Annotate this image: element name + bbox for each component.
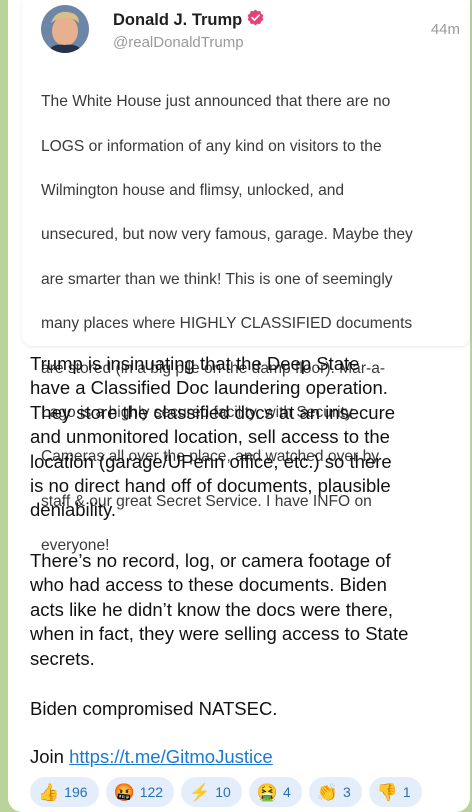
reaction-count: 4: [282, 784, 291, 800]
post-line: The White House just announced that ther…: [41, 93, 391, 111]
reaction-count: 10: [215, 784, 231, 800]
reaction-clapping[interactable]: 👏 3: [308, 777, 362, 807]
message-paragraph-2: There’s no record, log, or camera footag…: [30, 549, 472, 671]
message-line: who had access to these documents. Biden: [30, 574, 387, 596]
reaction-cursing-face[interactable]: 🤬 122: [105, 777, 175, 807]
thumbs-down-icon: 👎: [376, 782, 398, 802]
channel-link[interactable]: https://t.me/GitmoJustice: [69, 746, 273, 767]
post-line: Wilmington house and flimsy, unlocked, a…: [41, 182, 345, 200]
reaction-count: 1: [402, 784, 411, 800]
message-paragraph-1: Trump is insinuating that the Deep State…: [30, 352, 472, 523]
reaction-vomiting-face[interactable]: 🤮 4: [248, 777, 302, 807]
author-handle[interactable]: @realDonaldTrump: [113, 34, 244, 51]
cursing-face-icon: 🤬: [113, 782, 135, 802]
message-line: have a Classified Doc laundering operati…: [30, 377, 388, 399]
post-line: unsecured, but now very famous, garage. …: [41, 226, 413, 244]
lightning-icon: ⚡: [189, 782, 211, 802]
post-line: many places where HIGHLY CLASSIFIED docu…: [41, 315, 413, 333]
message-line: secrets.: [30, 647, 95, 669]
join-prefix: Join: [30, 746, 64, 767]
message-line: is no direct hand off of documents, plau…: [30, 475, 391, 497]
post-line: LOGS or information of any kind on visit…: [41, 137, 382, 155]
author-avatar[interactable]: [41, 5, 89, 53]
vomiting-face-icon: 🤮: [256, 782, 278, 802]
message-line: There’s no record, log, or camera footag…: [30, 550, 391, 571]
message-line: location (garage/UPenn office, etc.) so …: [30, 450, 392, 472]
message-line: Trump is insinuating that the Deep State: [30, 353, 360, 374]
reaction-thumbs-up[interactable]: 👍 196: [30, 777, 99, 807]
post-line: are smarter than we think! This is one o…: [41, 270, 393, 288]
reactions-bar: 👍 196 🤬 122 ⚡ 10 🤮 4 👏 3 👎 1: [30, 777, 422, 807]
join-line: Join https://t.me/GitmoJustice: [30, 745, 472, 769]
reaction-thumbs-down[interactable]: 👎 1: [368, 777, 422, 807]
embedded-post-card[interactable]: Donald J. Trump @realDonaldTrump 44m The…: [22, 0, 470, 554]
reaction-count: 122: [139, 784, 164, 800]
reaction-count: 196: [64, 784, 88, 800]
message-paragraph-3: Biden compromised NATSEC.: [30, 698, 278, 719]
thumbs-up-icon: 👍: [38, 782, 60, 802]
message-line: and unmonitored location, sell access to…: [30, 426, 390, 448]
reaction-lightning[interactable]: ⚡ 10: [181, 777, 242, 807]
post-timestamp: 44m: [430, 21, 460, 38]
author-name[interactable]: Donald J. Trump: [113, 11, 242, 30]
message-line: acts like he didn’t know the docs were t…: [30, 598, 393, 620]
message-bubble: Donald J. Trump @realDonaldTrump 44m The…: [8, 0, 470, 812]
verified-badge-icon: [247, 9, 264, 31]
reaction-count: 3: [342, 784, 351, 800]
clapping-hands-icon: 👏: [316, 782, 338, 802]
message-line: when in fact, they were selling access t…: [30, 623, 409, 645]
message-line: deniability.: [30, 499, 117, 521]
message-line: They store the classified docs at an ins…: [30, 401, 396, 423]
author-name-row[interactable]: Donald J. Trump: [113, 9, 264, 31]
